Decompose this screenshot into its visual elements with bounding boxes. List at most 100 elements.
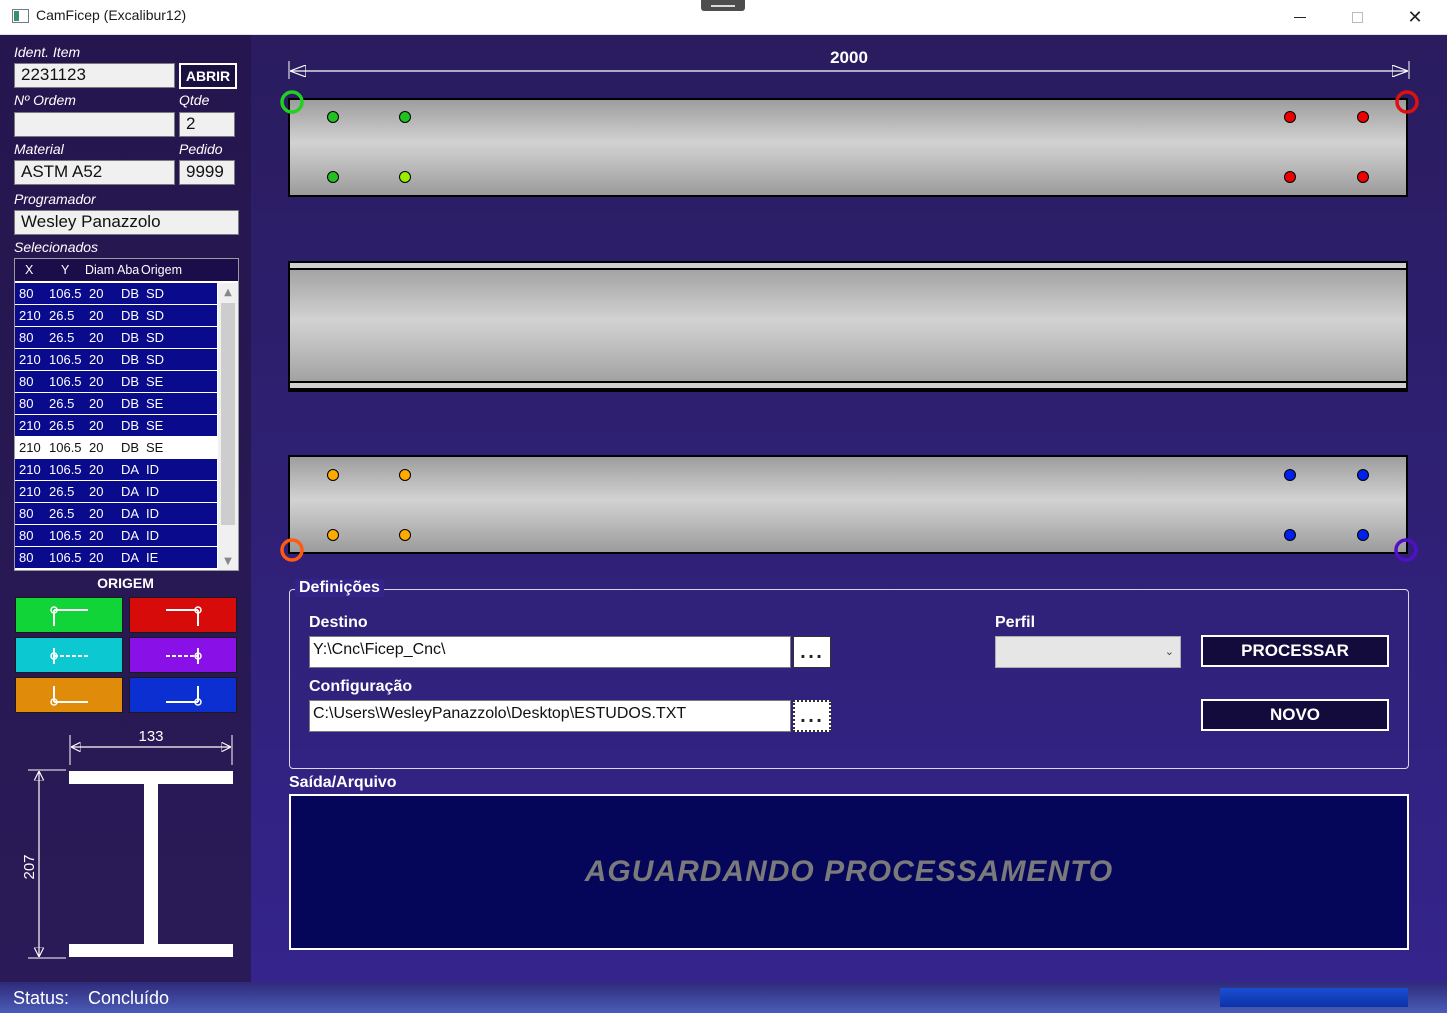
cell-aba: DB	[121, 352, 140, 367]
list-item[interactable]: 80 106.5 20 DA IE	[15, 547, 217, 569]
cell-aba: DB	[121, 396, 140, 411]
origem-middle-left-button[interactable]	[15, 637, 123, 673]
configuracao-input[interactable]: C:\Users\WesleyPanazzolo\Desktop\ESTUDOS…	[309, 700, 791, 732]
col-aba[interactable]: Aba	[117, 263, 139, 277]
scroll-up-icon[interactable]: ▲	[218, 283, 238, 301]
selected-holes-list[interactable]: X Y Diam Aba Origem 80 106.5 20 DB SD 210 26.5…	[14, 258, 239, 571]
hole-marker[interactable]	[1357, 529, 1369, 541]
hole-marker[interactable]	[1284, 171, 1296, 183]
list-item[interactable]: 210 26.5 20 DB SD	[15, 305, 217, 327]
cell-y: 26.5	[49, 330, 75, 345]
scroll-down-icon[interactable]: ▼	[218, 552, 238, 570]
processar-button[interactable]: PROCESSAR	[1201, 635, 1389, 667]
profile-bottom-flange	[69, 944, 233, 957]
minimize-button[interactable]	[1271, 0, 1329, 34]
minimize-icon	[1294, 16, 1306, 18]
abrir-button[interactable]: ABRIR	[179, 63, 237, 89]
cell-origem: ID	[146, 528, 159, 543]
origin-middle-left-icon	[50, 648, 88, 664]
web-bottom-edge	[288, 381, 1408, 390]
output-panel: AGUARDANDO PROCESSAMENTO	[289, 794, 1409, 950]
list-item[interactable]: 210 26.5 20 DA ID	[15, 481, 217, 503]
chevron-down-icon: ⌄	[1164, 645, 1174, 658]
hole-marker[interactable]	[1284, 469, 1296, 481]
programador-input[interactable]: Wesley Panazzolo	[14, 210, 239, 235]
hole-marker[interactable]	[399, 469, 411, 481]
origem-bottom-left-button[interactable]	[15, 677, 123, 713]
output-message: AGUARDANDO PROCESSAMENTO	[584, 855, 1114, 888]
destino-browse-button[interactable]: ...	[793, 636, 831, 668]
origem-top-right-button[interactable]	[129, 597, 237, 633]
list-item[interactable]: 210 26.5 20 DB SE	[15, 415, 217, 437]
sidebar: Ident. Item 2231123 ABRIR Nº Ordem Qtde …	[0, 35, 251, 982]
list-item[interactable]: 80 106.5 20 DB SE	[15, 371, 217, 393]
cell-aba: DA	[121, 462, 140, 477]
hole-marker[interactable]	[327, 529, 339, 541]
pedido-label: Pedido	[179, 141, 223, 157]
destino-input[interactable]: Y:\Cnc\Ficep_Cnc\	[309, 636, 791, 668]
perfil-select[interactable]: ⌄	[995, 636, 1181, 668]
hole-marker[interactable]	[1357, 171, 1369, 183]
cell-diam: 20	[89, 286, 104, 301]
novo-button[interactable]: NOVO	[1201, 699, 1389, 731]
cell-x: 80	[19, 374, 34, 389]
selecionados-label: Selecionados	[14, 239, 99, 255]
hole-marker[interactable]	[399, 529, 411, 541]
list-item[interactable]: 80 26.5 20 DA ID	[15, 503, 217, 525]
cell-aba: DB	[121, 374, 140, 389]
cell-aba: DB	[121, 440, 140, 455]
list-rows: 80 106.5 20 DB SD 210 26.5 20 DB SD 80 26.5 20 DB SD 21…	[15, 283, 217, 569]
qtde-input[interactable]: 2	[179, 112, 235, 137]
cell-diam: 20	[89, 330, 104, 345]
material-label: Material	[14, 141, 64, 157]
list-item[interactable]: 210 106.5 20 DB SE	[15, 437, 187, 459]
definicoes-group	[289, 589, 1409, 769]
window-title: CamFicep (Excalibur12)	[36, 7, 187, 23]
hole-marker[interactable]	[1357, 111, 1369, 123]
destino-label: Destino	[309, 614, 368, 631]
pedido-input[interactable]: 9999	[179, 160, 235, 185]
origem-bottom-right-button[interactable]	[129, 677, 237, 713]
configuracao-browse-button[interactable]: ...	[793, 700, 831, 732]
hole-marker[interactable]	[399, 111, 411, 123]
origem-top-left-button[interactable]	[15, 597, 123, 633]
col-x[interactable]: X	[25, 263, 33, 277]
list-scrollbar[interactable]: ▲ ▼	[218, 283, 238, 570]
list-item[interactable]: 210 106.5 20 DB SD	[15, 349, 217, 371]
profile-top-flange	[69, 771, 233, 784]
origem-middle-right-button[interactable]	[129, 637, 237, 673]
status-label: Status:	[13, 988, 70, 1008]
cell-diam: 20	[89, 418, 104, 433]
maximize-button[interactable]	[1328, 0, 1386, 34]
hole-marker[interactable]	[1284, 111, 1296, 123]
scroll-thumb[interactable]	[221, 303, 235, 525]
col-diam[interactable]: Diam	[85, 263, 114, 277]
cell-y: 26.5	[49, 418, 75, 433]
hole-marker[interactable]	[327, 111, 339, 123]
saida-label: Saída/Arquivo	[289, 774, 397, 791]
hole-marker[interactable]	[327, 469, 339, 481]
ident-input[interactable]: 2231123	[14, 63, 175, 88]
list-item[interactable]: 210 106.5 20 DA ID	[15, 459, 217, 481]
list-item[interactable]: 80 26.5 20 DB SD	[15, 327, 217, 349]
col-origem[interactable]: Origem	[141, 263, 182, 277]
cell-diam: 20	[89, 308, 104, 323]
hole-marker[interactable]	[1284, 529, 1296, 541]
list-item[interactable]: 80 106.5 20 DA ID	[15, 525, 217, 547]
col-y[interactable]: Y	[61, 263, 69, 277]
hole-marker[interactable]	[1357, 469, 1369, 481]
top-flange	[288, 98, 1408, 197]
cell-diam: 20	[89, 462, 104, 477]
ordem-input[interactable]	[14, 112, 175, 137]
snap-grip-icon[interactable]	[701, 0, 745, 11]
hole-marker[interactable]	[399, 171, 411, 183]
hole-marker[interactable]	[327, 171, 339, 183]
list-item[interactable]: 80 106.5 20 DB SD	[15, 283, 217, 305]
material-input[interactable]: ASTM A52	[14, 160, 175, 185]
cell-x: 210	[19, 352, 41, 367]
cell-x: 80	[19, 550, 34, 565]
definicoes-legend: Definições	[295, 579, 384, 597]
cell-origem: ID	[146, 506, 159, 521]
close-button[interactable]: ✕	[1386, 0, 1444, 34]
list-item[interactable]: 80 26.5 20 DB SE	[15, 393, 217, 415]
